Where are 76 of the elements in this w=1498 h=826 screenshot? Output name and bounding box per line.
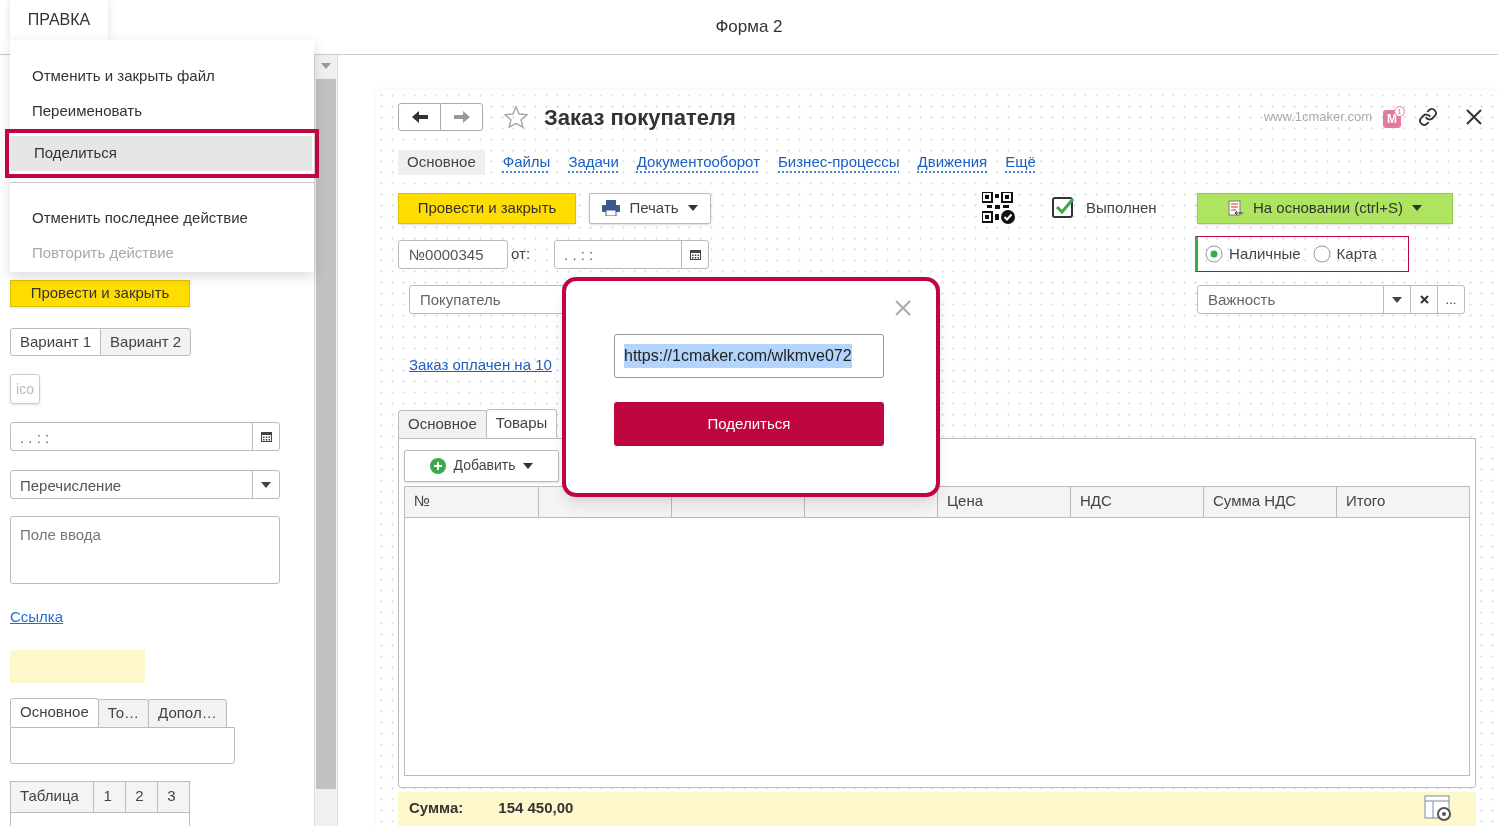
date-field[interactable]: . . : :	[554, 239, 710, 269]
caret-icon	[523, 462, 534, 469]
caret-icon	[1392, 296, 1402, 303]
form-tab[interactable]: Бизнес-процессы	[778, 150, 900, 175]
total-value: 154 450,00	[498, 798, 574, 819]
table-header-cell: 3	[157, 781, 189, 813]
menu-item[interactable]: Отменить последнее действие	[10, 201, 314, 236]
form-tab[interactable]: Файлы	[502, 150, 551, 175]
plus-icon	[429, 457, 446, 474]
caret-icon	[261, 481, 271, 488]
radio-button[interactable]	[1205, 245, 1224, 263]
form-tab[interactable]: Основное	[398, 150, 485, 175]
table-header-cell: Сумма НДС	[1203, 486, 1336, 517]
form-tab[interactable]: Движения	[917, 150, 988, 175]
more-button[interactable]: ...	[1437, 286, 1464, 313]
arrow-right-icon	[453, 111, 470, 123]
star-icon[interactable]	[504, 105, 528, 129]
link-icon[interactable]	[1418, 107, 1438, 127]
number-field[interactable]: №0000345	[398, 239, 508, 269]
caret-icon	[321, 63, 331, 69]
radio-button[interactable]	[1312, 245, 1331, 263]
clear-icon[interactable]	[1419, 295, 1429, 304]
caret-icon	[687, 205, 698, 211]
form-tab[interactable]: Документооборот	[636, 150, 760, 175]
close-icon[interactable]	[1466, 109, 1482, 125]
url-field[interactable]: https://1cmaker.com/wlkmve072	[614, 334, 884, 378]
radio-label: Карта	[1336, 243, 1377, 264]
table-header-cell-text: №	[413, 491, 432, 512]
section-tab[interactable]: Основное	[398, 409, 487, 439]
date-field[interactable]: . . : :	[10, 422, 280, 451]
arrow-left-icon	[411, 111, 428, 123]
table-header-cell: 2	[125, 781, 158, 813]
radio-label: Наличные	[1229, 243, 1301, 264]
table-header-cell: Таблица	[11, 781, 94, 813]
table-header-cell: Итого	[1336, 486, 1469, 517]
checkbox[interactable]	[1052, 197, 1074, 219]
text-area[interactable]: Поле ввода	[10, 516, 280, 584]
form-tab[interactable]: Задачи	[568, 150, 619, 175]
share-button[interactable]: Поделиться	[614, 402, 884, 446]
menu-item[interactable]: Отменить и закрыть файл	[10, 59, 314, 94]
post-button[interactable]: Провести и закрыть	[398, 192, 576, 224]
tab[interactable]: То…	[97, 698, 150, 728]
calendar-icon	[260, 431, 272, 442]
qr-code-icon[interactable]	[982, 192, 1016, 224]
back-button[interactable]	[398, 103, 441, 131]
form-title: Заказ покупателя	[544, 103, 736, 132]
menu-item[interactable]: Переименовать	[10, 94, 314, 129]
caret-icon	[1411, 205, 1422, 211]
enum-field[interactable]: Перечисление	[10, 470, 280, 499]
document-icon	[1228, 199, 1245, 217]
table-header-cell: НДС	[1070, 486, 1203, 517]
form-tab[interactable]: Ещё	[1005, 150, 1036, 175]
print-button[interactable]: Печать	[589, 192, 711, 224]
table-header-cell: 1	[93, 781, 126, 813]
printer-icon	[602, 200, 621, 216]
add-button[interactable]: Добавить	[404, 449, 559, 482]
section-tab[interactable]: Товары	[485, 408, 558, 438]
total-label: Сумма:	[409, 798, 464, 819]
checkbox-label: Выполнен	[1086, 197, 1157, 218]
date-label: от:	[511, 243, 531, 264]
menu-item[interactable]: Поделиться	[10, 136, 312, 171]
scrollbar-thumb[interactable]	[316, 79, 336, 789]
site-label: www.1cmaker.com	[1263, 108, 1372, 127]
paid-link[interactable]: Заказ оплачен на 10	[409, 354, 552, 377]
tab[interactable]: Основное	[10, 697, 99, 727]
tab[interactable]: Допол…	[148, 698, 227, 728]
post-button[interactable]: Провести и закрыть	[10, 280, 190, 307]
menu-tab[interactable]: ПРАВКА	[10, 0, 108, 40]
variant-button[interactable]: Вариант 2	[100, 328, 192, 356]
variant-button[interactable]: Вариант 1	[10, 328, 102, 356]
importance-field[interactable]: Важность ...	[1197, 285, 1465, 314]
table-settings-icon[interactable]	[1424, 794, 1454, 823]
calendar-icon	[689, 248, 701, 260]
window-title: Форма 2	[715, 16, 783, 39]
based-on-button[interactable]: На основании (ctrl+S)	[1197, 192, 1453, 224]
link[interactable]: Ссылка	[10, 606, 64, 629]
